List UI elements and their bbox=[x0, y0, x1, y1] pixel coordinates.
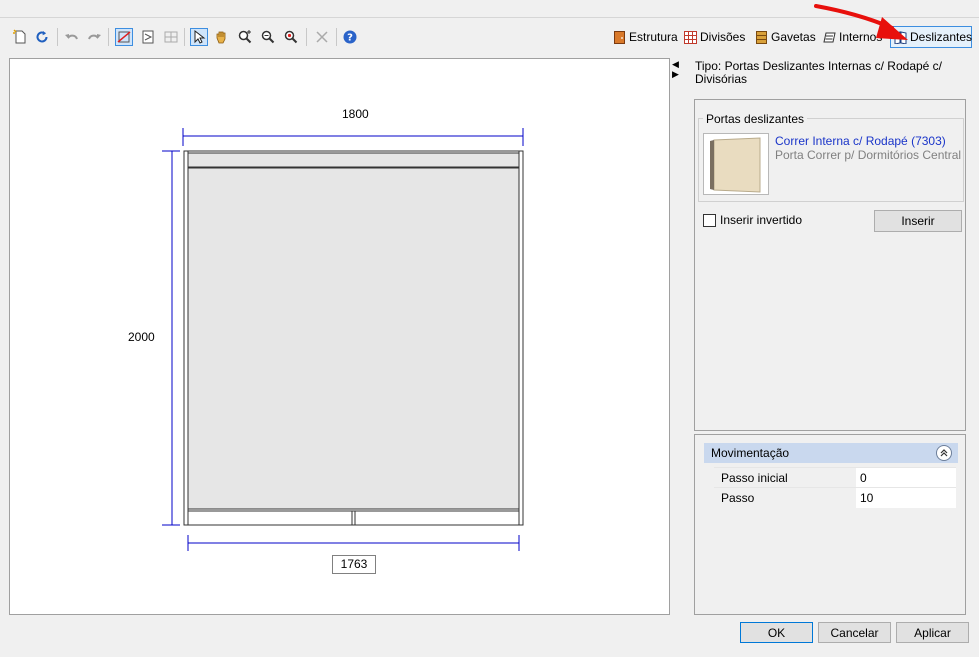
delete-icon[interactable] bbox=[313, 28, 331, 46]
product-description: Porta Correr p/ Dormitórios Central bbox=[775, 148, 962, 162]
grid-icon[interactable] bbox=[162, 28, 180, 46]
redo-icon[interactable] bbox=[85, 28, 103, 46]
tab-label: Estrutura bbox=[629, 30, 678, 44]
group-title: Portas deslizantes bbox=[703, 112, 808, 126]
property-name: Passo bbox=[714, 487, 856, 508]
insert-button[interactable]: Inserir bbox=[874, 210, 962, 232]
annotation-arrow-icon bbox=[814, 4, 908, 40]
drawers-icon bbox=[756, 30, 767, 44]
door-panel-icon bbox=[710, 137, 761, 193]
structure-icon bbox=[614, 30, 625, 44]
zoom-extents-icon[interactable] bbox=[282, 28, 300, 46]
table-row: Passo 10 bbox=[714, 487, 956, 508]
product-name[interactable]: Correr Interna c/ Rodapé (7303) bbox=[775, 134, 946, 148]
tipo-label: Tipo: Portas Deslizantes Internas c/ Rod… bbox=[695, 59, 943, 86]
svg-text:?: ? bbox=[347, 33, 353, 44]
width-dimension-line bbox=[182, 128, 524, 146]
select-pointer-icon[interactable] bbox=[190, 28, 208, 46]
new-icon[interactable] bbox=[11, 28, 29, 46]
pan-hand-icon[interactable] bbox=[212, 28, 230, 46]
tab-gavetas[interactable]: Gavetas bbox=[752, 26, 819, 48]
width-label: 1800 bbox=[342, 107, 369, 121]
panel-toggle-arrows[interactable]: ◀ ▶ bbox=[672, 59, 679, 79]
wardrobe-body bbox=[183, 150, 524, 526]
height-label: 2000 bbox=[128, 330, 155, 344]
undo-icon[interactable] bbox=[63, 28, 81, 46]
collapse-icon[interactable] bbox=[936, 445, 952, 461]
dimension-tool-icon[interactable] bbox=[115, 28, 133, 46]
wardrobe-drawing bbox=[162, 128, 524, 551]
tab-label: Divisões bbox=[700, 30, 746, 44]
zoom-in-icon[interactable] bbox=[259, 28, 277, 46]
property-value-input[interactable]: 10 bbox=[856, 487, 956, 508]
apply-button[interactable]: Aplicar bbox=[896, 622, 969, 643]
height-dimension-line bbox=[162, 150, 180, 526]
zoom-window-icon[interactable] bbox=[236, 28, 254, 46]
table-row: Passo inicial 0 bbox=[714, 467, 956, 488]
divisions-icon bbox=[684, 30, 697, 44]
help-icon[interactable]: ? bbox=[341, 28, 359, 46]
ok-button[interactable]: OK bbox=[740, 622, 813, 643]
bottom-width-field[interactable]: 1763 bbox=[332, 555, 376, 574]
movement-title: Movimentação bbox=[711, 446, 790, 460]
property-name: Passo inicial bbox=[714, 467, 856, 488]
invert-checkbox-label[interactable]: Inserir invertido bbox=[720, 213, 802, 227]
refresh-icon[interactable] bbox=[33, 28, 51, 46]
invert-checkbox[interactable] bbox=[703, 214, 716, 227]
tab-estrutura[interactable]: Estrutura bbox=[610, 26, 681, 48]
movement-properties-table: Passo inicial 0 Passo 10 bbox=[714, 467, 956, 508]
drawing-canvas[interactable]: 1800 2000 1763 bbox=[9, 58, 670, 615]
tab-divisoes[interactable]: Divisões bbox=[681, 26, 748, 48]
tab-label: Gavetas bbox=[771, 30, 816, 44]
panel-tool-icon[interactable] bbox=[139, 28, 157, 46]
product-thumbnail[interactable] bbox=[703, 133, 769, 195]
cancel-button[interactable]: Cancelar bbox=[818, 622, 891, 643]
property-value-input[interactable]: 0 bbox=[856, 467, 956, 488]
bottom-dimension-line bbox=[187, 535, 520, 551]
